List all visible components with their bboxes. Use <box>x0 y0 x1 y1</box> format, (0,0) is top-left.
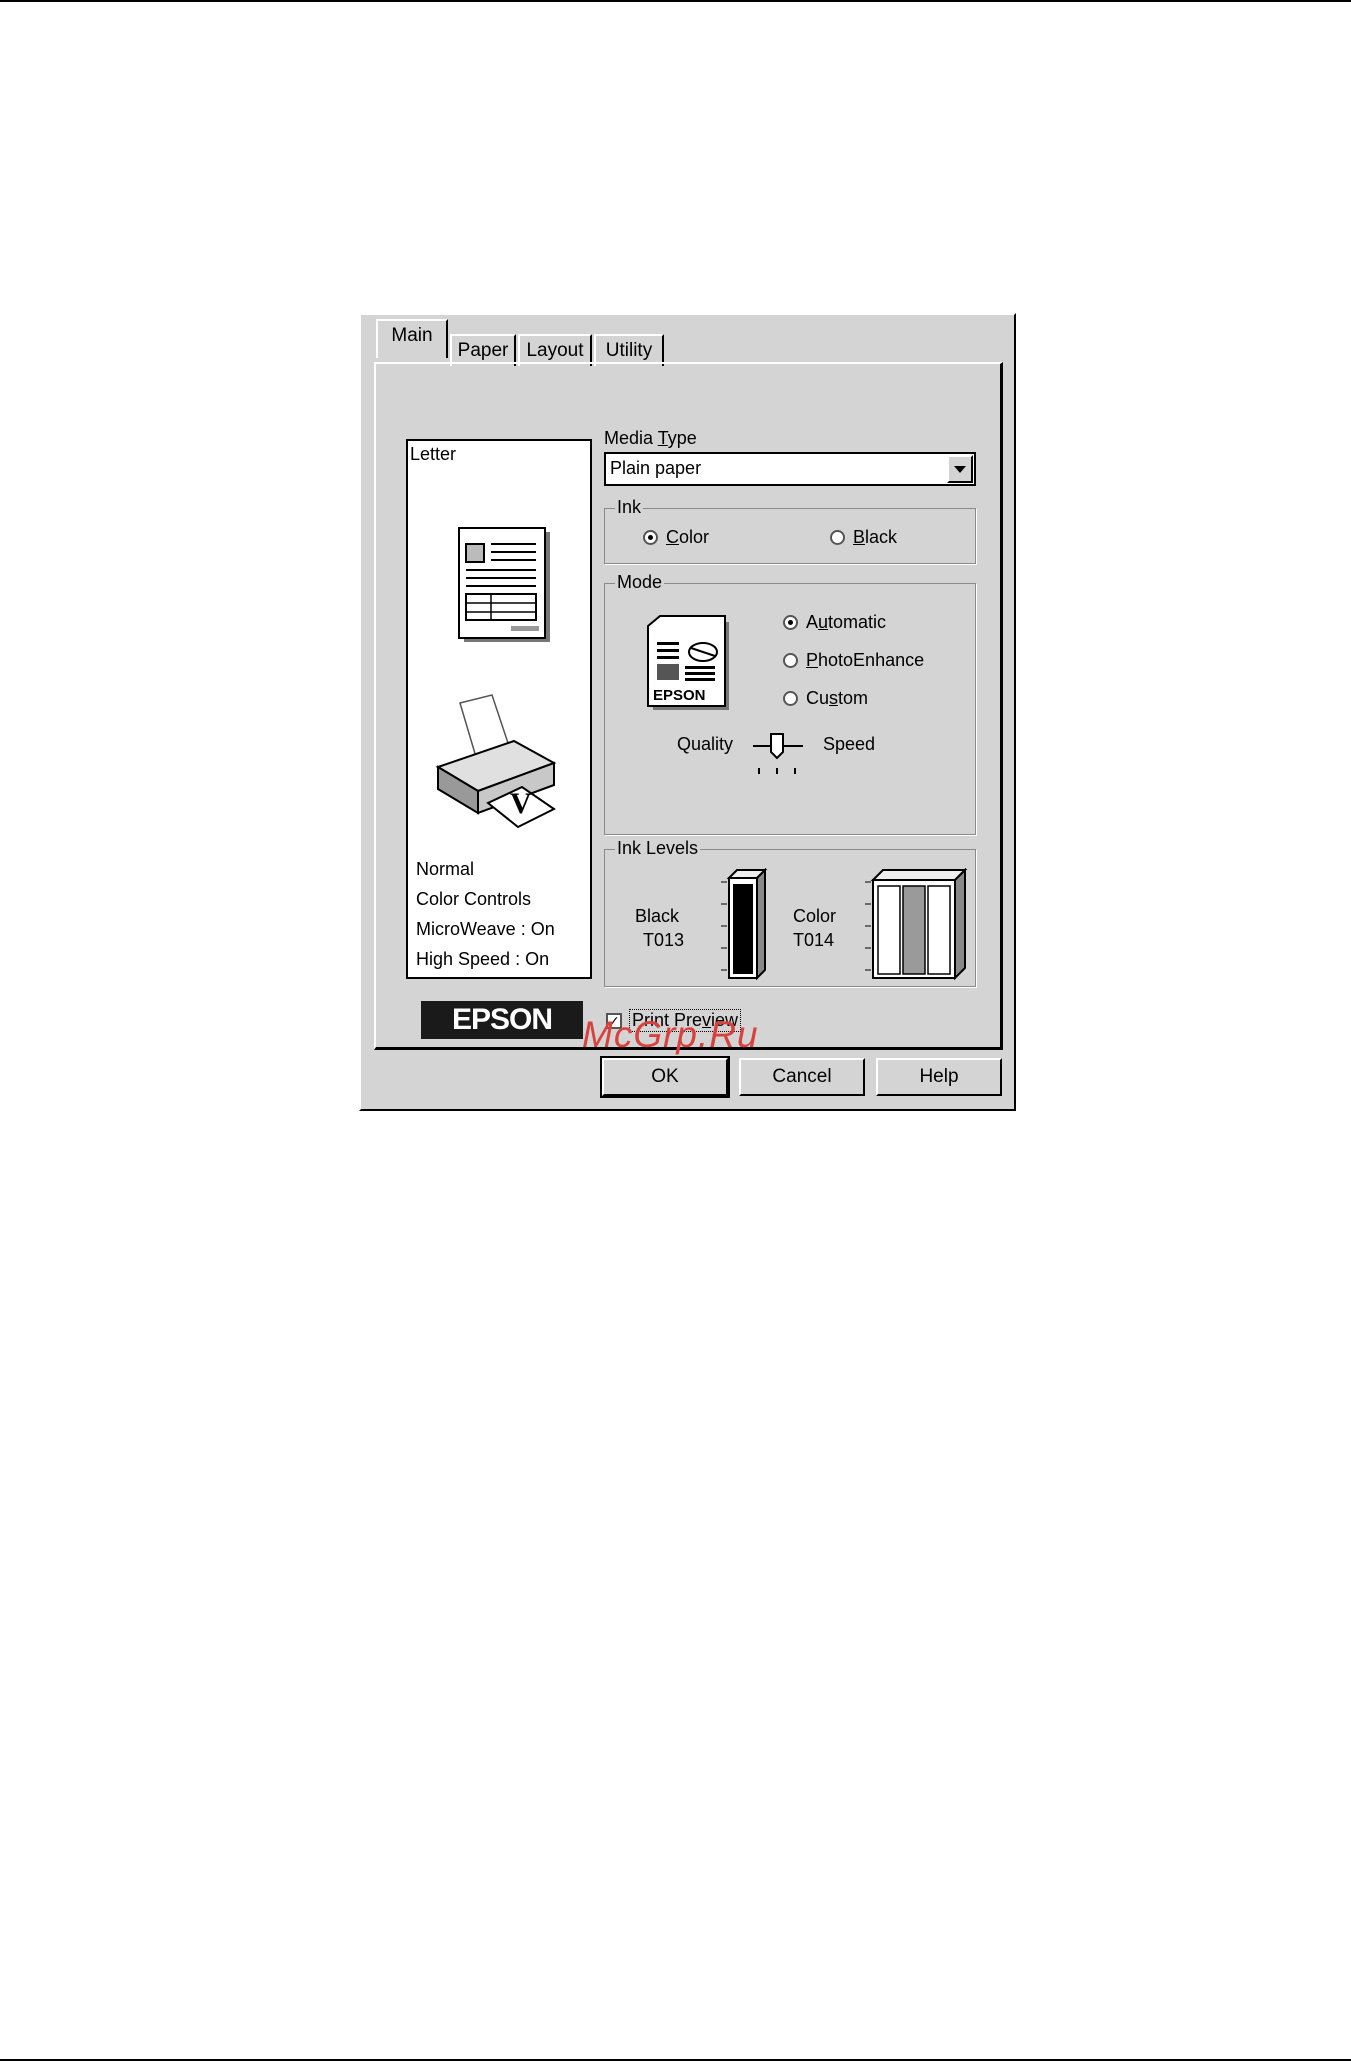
cancel-button[interactable]: Cancel <box>739 1058 865 1096</box>
ink-black-rest: lack <box>865 527 898 547</box>
mode-automatic-label: Automatic <box>806 612 886 633</box>
mode-group: Mode EPSON Automatic PhotoEnhance Custom… <box>604 572 976 835</box>
radio-unselected-icon <box>783 653 798 668</box>
tab-paper-label: Paper <box>457 340 509 361</box>
ink-black-label: Black <box>853 527 897 548</box>
color-ink-cartridge-gauge <box>865 868 968 980</box>
radio-unselected-icon <box>830 530 845 545</box>
mode-automatic-pre: A <box>806 612 819 632</box>
mode-custom-radio[interactable]: Custom <box>783 688 868 709</box>
black-ink-name: Black <box>635 906 680 926</box>
setting-color-controls: Color Controls <box>416 889 532 909</box>
settings-preview-panel: Letter V Normal Color Controls MicroWeav… <box>406 439 592 979</box>
media-type-value: Plain paper <box>610 458 702 478</box>
tab-utility-label: Utility <box>605 340 653 361</box>
tab-layout-label: Layout <box>526 340 584 361</box>
mode-custom-pre: Cu <box>806 688 830 708</box>
mode-automatic-radio[interactable]: Automatic <box>783 612 886 633</box>
tab-main[interactable]: Main <box>376 319 448 358</box>
mode-custom-label: Custom <box>806 688 868 709</box>
mode-group-title: Mode <box>615 572 665 593</box>
svg-text:V: V <box>510 787 532 820</box>
mode-automatic-key: u <box>818 612 829 632</box>
ink-black-radio[interactable]: Black <box>830 527 897 548</box>
automatic-mode-icon: EPSON <box>647 615 729 710</box>
setting-print-mode: Normal <box>416 859 475 879</box>
ink-group-title: Ink <box>615 497 644 518</box>
automatic-mode-icon-text: EPSON <box>653 687 706 704</box>
media-type-label-pre: Media <box>604 428 658 448</box>
printer-icon: V <box>435 694 557 829</box>
radio-selected-icon <box>783 615 798 630</box>
watermark: McGrp.Ru <box>582 1014 759 1055</box>
help-button[interactable]: Help <box>876 1058 1002 1096</box>
radio-unselected-icon <box>783 691 798 706</box>
tab-main-label: Main <box>391 325 433 346</box>
mode-automatic-rest: tomatic <box>828 612 887 632</box>
ink-levels-title: Ink Levels <box>615 838 701 859</box>
mode-photoenhance-rest: hotoEnhance <box>818 650 925 670</box>
color-ink-name: Color <box>793 906 837 926</box>
mode-photoenhance-label: PhotoEnhance <box>806 650 924 671</box>
ink-group: Ink Color Black <box>604 497 976 564</box>
mode-photoenhance-key: P <box>806 650 819 670</box>
color-ink-code: T014 <box>793 930 835 950</box>
top-rule <box>0 0 1351 2</box>
black-ink-cartridge-gauge <box>721 868 768 980</box>
ok-button[interactable]: OK <box>600 1056 730 1098</box>
speed-label: Speed <box>823 734 876 754</box>
ink-black-key: B <box>853 527 866 547</box>
quality-speed-slider[interactable] <box>751 732 805 782</box>
ink-color-radio[interactable]: Color <box>643 527 709 548</box>
black-ink-code: T013 <box>643 930 685 950</box>
ink-color-key: C <box>666 527 679 547</box>
ink-levels-group: Ink Levels Black T013 Color T014 <box>604 838 976 987</box>
chevron-down-icon[interactable] <box>947 455 973 483</box>
paper-size-text: Letter <box>410 444 457 464</box>
media-type-label: Media Type <box>604 428 697 449</box>
mode-custom-rest: tom <box>838 688 869 708</box>
media-type-label-post: ype <box>667 428 697 448</box>
mode-custom-key: s <box>829 688 839 708</box>
radio-selected-icon <box>643 530 658 545</box>
main-tab-panel: Letter V Normal Color Controls MicroWeav… <box>374 362 1003 1050</box>
ink-color-rest: olor <box>679 527 710 547</box>
media-type-label-key: T <box>657 428 668 448</box>
quality-label: Quality <box>677 734 734 754</box>
mode-photoenhance-radio[interactable]: PhotoEnhance <box>783 650 924 671</box>
bottom-rule <box>0 2059 1351 2061</box>
media-type-select[interactable]: Plain paper <box>604 452 976 486</box>
epson-logo: EPSON <box>421 1001 583 1039</box>
printer-properties-dialog: Main Paper Layout Utility Letter V Norma… <box>359 313 1016 1111</box>
setting-microweave: MicroWeave : On <box>416 919 555 939</box>
setting-high-speed: High Speed : On <box>416 949 550 969</box>
ink-color-label: Color <box>666 527 709 548</box>
document-icon <box>458 527 550 642</box>
